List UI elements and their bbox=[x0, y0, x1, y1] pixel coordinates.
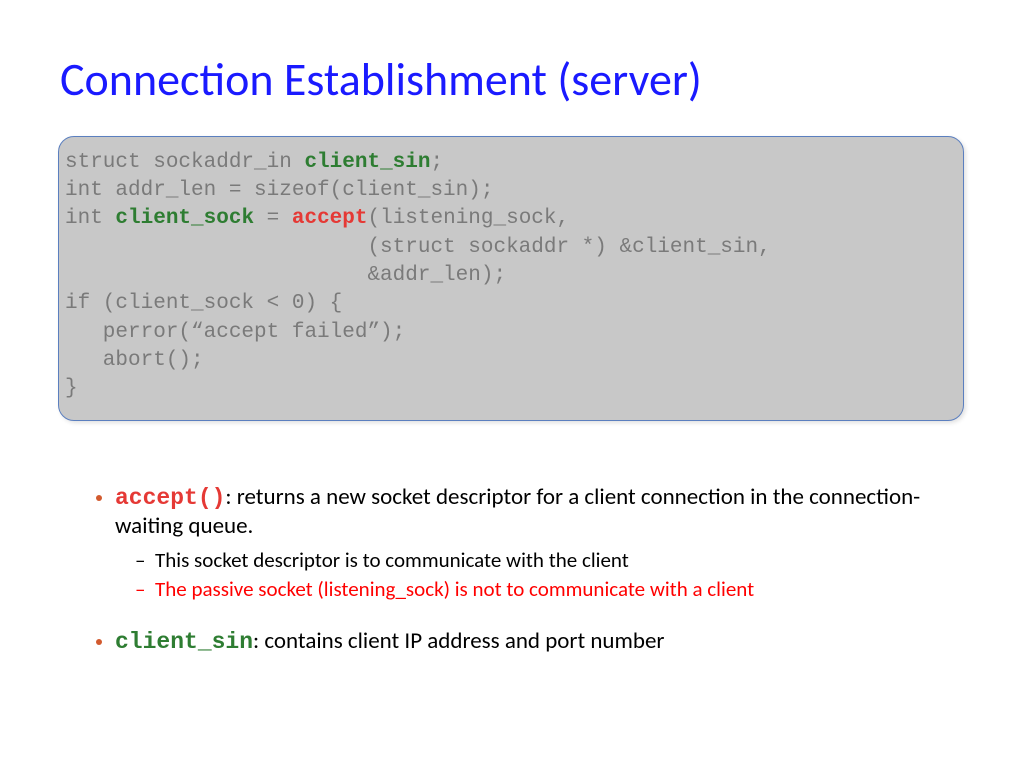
code-line-5: &addr_len); bbox=[65, 264, 506, 287]
code-line-3e: (listening_sock, bbox=[367, 207, 569, 230]
code-client-sock: client_sock bbox=[115, 207, 254, 230]
code-line-3a: int bbox=[65, 207, 115, 230]
slide-title: Connection Establishment (server) bbox=[60, 55, 964, 106]
bullet-accept-text: : returns a new socket descriptor for a … bbox=[115, 483, 920, 541]
code-client-sin: client_sin bbox=[304, 151, 430, 174]
bullet-accept-code: accept() bbox=[115, 485, 225, 511]
bullet-client-sin-code: client_sin bbox=[115, 629, 253, 655]
code-line-3c: = bbox=[254, 207, 292, 230]
bullet-client-sin-text: : contains client IP address and port nu… bbox=[253, 627, 664, 655]
sub-bullet-passive: The passive socket (listening_sock) is n… bbox=[155, 576, 964, 602]
code-line-6: if (client_sock < 0) { bbox=[65, 292, 342, 315]
code-line-1a: struct sockaddr_in bbox=[65, 151, 304, 174]
code-line-4: (struct sockaddr *) &client_sin, bbox=[65, 236, 771, 259]
code-line-2: int addr_len = sizeof(client_sin); bbox=[65, 179, 493, 202]
bullet-client-sin: client_sin: contains client IP address a… bbox=[115, 627, 964, 657]
code-block: struct sockaddr_in client_sin; int addr_… bbox=[58, 136, 964, 421]
bullet-accept: accept(): returns a new socket descripto… bbox=[115, 483, 964, 603]
code-line-8: abort(); bbox=[65, 349, 204, 372]
code-line-9: } bbox=[65, 377, 78, 400]
code-accept: accept bbox=[292, 207, 368, 230]
slide: Connection Establishment (server) struct… bbox=[0, 0, 1024, 768]
code-line-1c: ; bbox=[430, 151, 443, 174]
sub-bullet-communicate: This socket descriptor is to communicate… bbox=[155, 547, 964, 573]
code-line-7: perror(“accept failed”); bbox=[65, 321, 405, 344]
bullet-list: accept(): returns a new socket descripto… bbox=[60, 483, 964, 657]
bullet-accept-sublist: This socket descriptor is to communicate… bbox=[115, 547, 964, 603]
